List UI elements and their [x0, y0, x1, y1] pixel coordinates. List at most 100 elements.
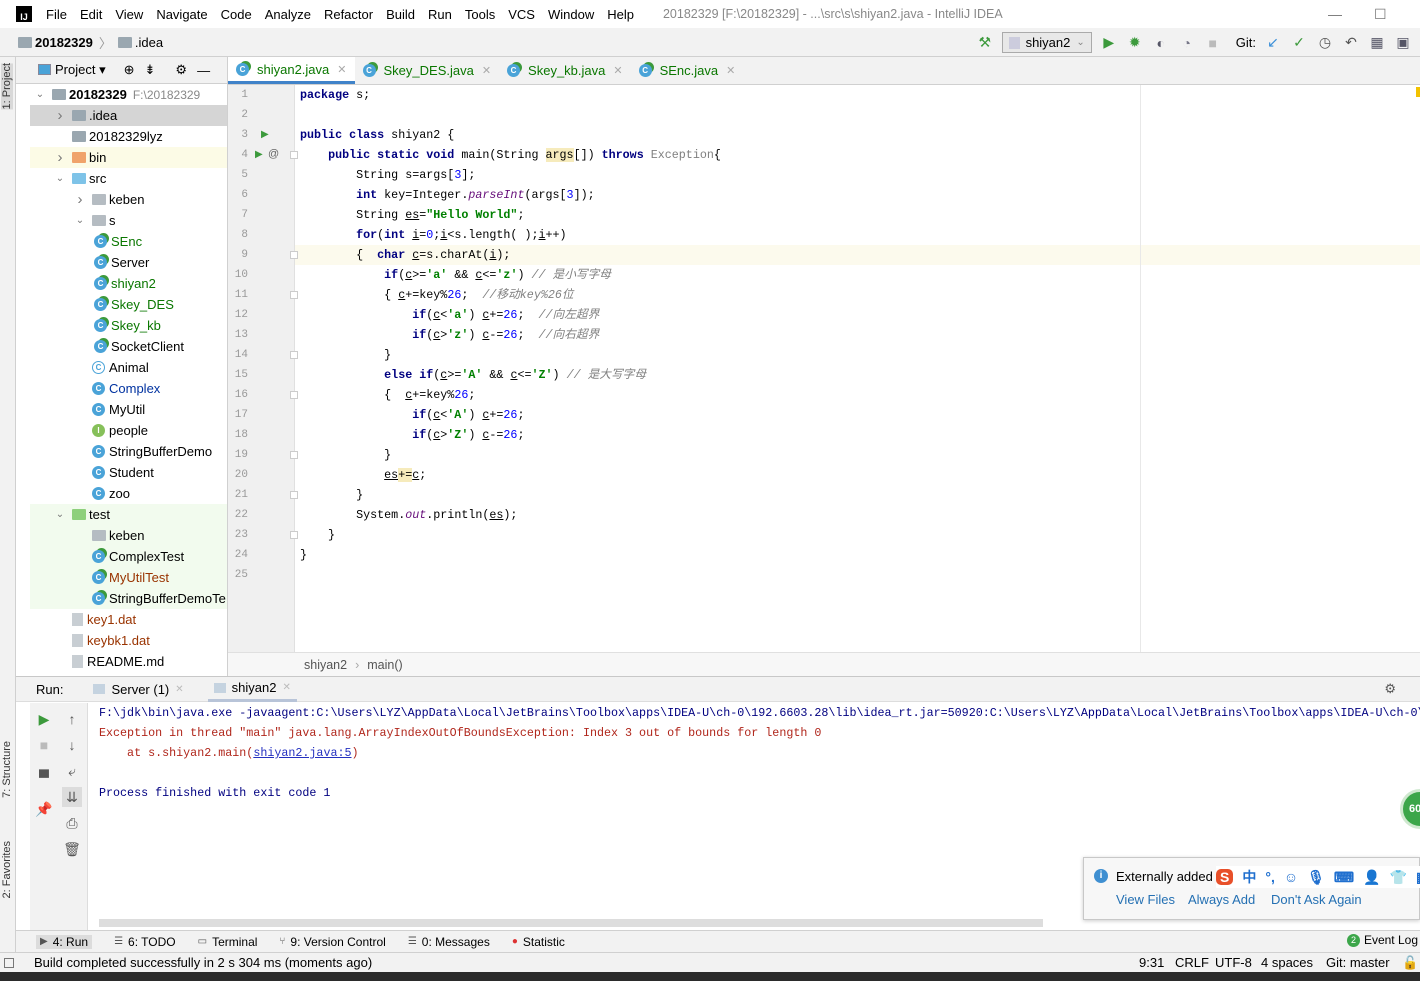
rerun-icon[interactable]: ▶ — [34, 709, 54, 729]
chinese-mode-icon[interactable]: 中 — [1242, 867, 1256, 887]
file-encoding[interactable]: UTF-8 — [1215, 955, 1252, 970]
breadcrumb-idea[interactable]: .idea — [135, 35, 163, 50]
caret-position[interactable]: 9:31 — [1139, 955, 1164, 970]
tool-windows-toggle-icon[interactable] — [4, 957, 14, 968]
run-tab[interactable]: Server (1) ✕ — [87, 677, 189, 702]
menu-tools[interactable]: Tools — [465, 7, 495, 22]
menu-help[interactable]: Help — [607, 7, 634, 22]
warning-marker[interactable] — [1416, 87, 1420, 97]
menu-vcs[interactable]: VCS — [508, 7, 535, 22]
run-tab[interactable]: shiyan2 ✕ — [207, 677, 297, 702]
git-revert-icon[interactable]: ↶ — [1342, 34, 1360, 52]
tree-item[interactable]: › bin — [30, 147, 227, 168]
tab-skey_des-java[interactable]: C Skey_DES.java ✕ — [355, 57, 500, 84]
punctuation-icon[interactable]: °, — [1265, 869, 1275, 885]
project-structure-icon[interactable]: ▦ — [1368, 34, 1386, 52]
tree-item[interactable]: C Skey_kb — [30, 315, 227, 336]
close-tab-icon[interactable]: ✕ — [337, 63, 346, 76]
fold-marker-icon[interactable] — [290, 291, 298, 299]
close-tab-icon[interactable]: ✕ — [175, 684, 183, 695]
mic-icon[interactable]: 🎙 — [1307, 869, 1325, 886]
tree-item[interactable]: Ipeople — [30, 420, 227, 441]
run-settings-gear-icon[interactable]: ⚙ — [1384, 681, 1396, 697]
menu-window[interactable]: Window — [548, 7, 594, 22]
layout-icon[interactable]: ▀ — [34, 767, 54, 787]
fold-marker-icon[interactable] — [290, 351, 298, 359]
crumb-class[interactable]: shiyan2 — [304, 658, 347, 672]
menu-build[interactable]: Build — [386, 7, 415, 22]
toolbox-icon[interactable]: ▦ — [1416, 869, 1420, 886]
toolwindow-run[interactable]: ▶ 4: Run — [36, 934, 93, 949]
scroll-to-end-icon[interactable]: ⇊ — [62, 787, 82, 807]
presentation-icon[interactable]: ▣ — [1394, 34, 1412, 52]
close-tab-icon[interactable]: ✕ — [282, 682, 290, 693]
project-view-select[interactable]: Project ▾ — [38, 62, 106, 78]
tree-item[interactable]: C SocketClient — [30, 336, 227, 357]
minimize-button[interactable]: — — [1328, 6, 1342, 22]
tab-skey_kb-java[interactable]: C Skey_kb.java ✕ — [499, 57, 631, 84]
fold-marker-icon[interactable] — [290, 151, 298, 159]
code-editor[interactable]: 1 2 3 4 5 6 7 8 9 10 11 12 13 14 15 16 17 18 19 20 21 22 23 24 2… — [228, 85, 1420, 652]
run-config-select[interactable]: shiyan2 ⌄ — [1001, 32, 1092, 53]
trash-icon[interactable]: 🗑 — [62, 839, 82, 859]
chevron-down-icon[interactable]: ⌄ — [54, 509, 66, 520]
fold-marker-icon[interactable] — [290, 391, 298, 399]
tree-item[interactable]: ⌄ test — [30, 504, 227, 525]
skin-icon[interactable]: 👕 — [1390, 869, 1407, 886]
menu-run[interactable]: Run — [428, 7, 452, 22]
tree-item[interactable]: C Server — [30, 252, 227, 273]
dont-ask-again-link[interactable]: Don't Ask Again — [1271, 892, 1362, 907]
git-history-icon[interactable]: ◷ — [1316, 34, 1334, 52]
tree-item[interactable]: C StringBufferDemo — [30, 441, 227, 462]
crumb-method[interactable]: main() — [367, 658, 402, 672]
tree-item[interactable]: key1.dat — [30, 609, 227, 630]
tree-item[interactable]: C MyUtilTest — [30, 567, 227, 588]
ime-toolbar[interactable]: S 中 °, ☺ 🎙 ⌨ 👤 👕 ▦ — [1216, 866, 1420, 888]
emoji-icon[interactable]: ☺ — [1284, 869, 1298, 885]
tree-item[interactable]: C Skey_DES — [30, 294, 227, 315]
maximize-button[interactable]: ☐ — [1374, 6, 1387, 23]
tree-item[interactable]: Cshiyan2 — [30, 273, 227, 294]
tree-item[interactable]: keybk1.dat — [30, 630, 227, 651]
menu-edit[interactable]: Edit — [80, 7, 102, 22]
fold-marker-icon[interactable] — [290, 251, 298, 259]
menu-file[interactable]: File — [46, 7, 67, 22]
fold-marker-icon[interactable] — [290, 451, 298, 459]
tree-item[interactable]: C Animal — [30, 357, 227, 378]
tree-item[interactable]: › keben — [30, 189, 227, 210]
menu-navigate[interactable]: Navigate — [156, 7, 207, 22]
favorites-tool-button[interactable]: 2: Favorites — [1, 841, 13, 898]
tree-item[interactable]: ⌄ s — [30, 210, 227, 231]
override-at-icon[interactable]: @ — [268, 148, 279, 160]
tree-item[interactable]: 20182329lyz — [30, 126, 227, 147]
profile-icon[interactable]: ◔ — [1178, 34, 1196, 52]
tree-item[interactable]: ⌄ 20182329 F:\20182329 — [30, 84, 227, 105]
sogou-logo-icon[interactable]: S — [1216, 869, 1234, 885]
chevron-right-icon[interactable]: › — [54, 149, 66, 166]
tree-item[interactable]: ⌄ src — [30, 168, 227, 189]
chevron-down-icon[interactable]: ⌄ — [34, 89, 46, 100]
stop-icon[interactable]: ■ — [1204, 34, 1222, 52]
tree-item[interactable]: C StringBufferDemoTe — [30, 588, 227, 609]
stop-icon[interactable]: ■ — [34, 735, 54, 755]
structure-tool-button[interactable]: 7: Structure — [1, 741, 13, 798]
locate-icon[interactable]: ⊕ — [124, 62, 135, 78]
menu-analyze[interactable]: Analyze — [265, 7, 311, 22]
close-tab-icon[interactable]: ✕ — [482, 64, 491, 77]
tree-item[interactable]: C Complex — [30, 378, 227, 399]
git-commit-icon[interactable]: ✓ — [1290, 34, 1308, 52]
tab-shiyan2-java[interactable]: Cshiyan2.java ✕ — [228, 57, 355, 84]
down-arrow-icon[interactable]: ↓ — [62, 735, 82, 755]
toolwindow-terminal[interactable]: ▭ Terminal — [198, 935, 258, 949]
print-icon[interactable]: ⎙ — [62, 813, 82, 833]
close-tab-icon[interactable]: ✕ — [726, 64, 735, 77]
toolwindow-messages[interactable]: ☰ 0: Messages — [408, 935, 490, 949]
gear-icon[interactable]: ⚙ — [175, 62, 187, 78]
tree-item[interactable]: README.md — [30, 651, 227, 672]
tree-item[interactable]: C MyUtil — [30, 399, 227, 420]
debug-bug-icon[interactable]: ✹ — [1126, 34, 1144, 52]
chevron-right-icon[interactable]: › — [54, 107, 66, 124]
tab-senc-java[interactable]: C SEnc.java ✕ — [631, 57, 744, 84]
chevron-down-icon[interactable]: ⌄ — [74, 215, 86, 226]
console-horizontal-scrollbar[interactable] — [99, 919, 1043, 927]
